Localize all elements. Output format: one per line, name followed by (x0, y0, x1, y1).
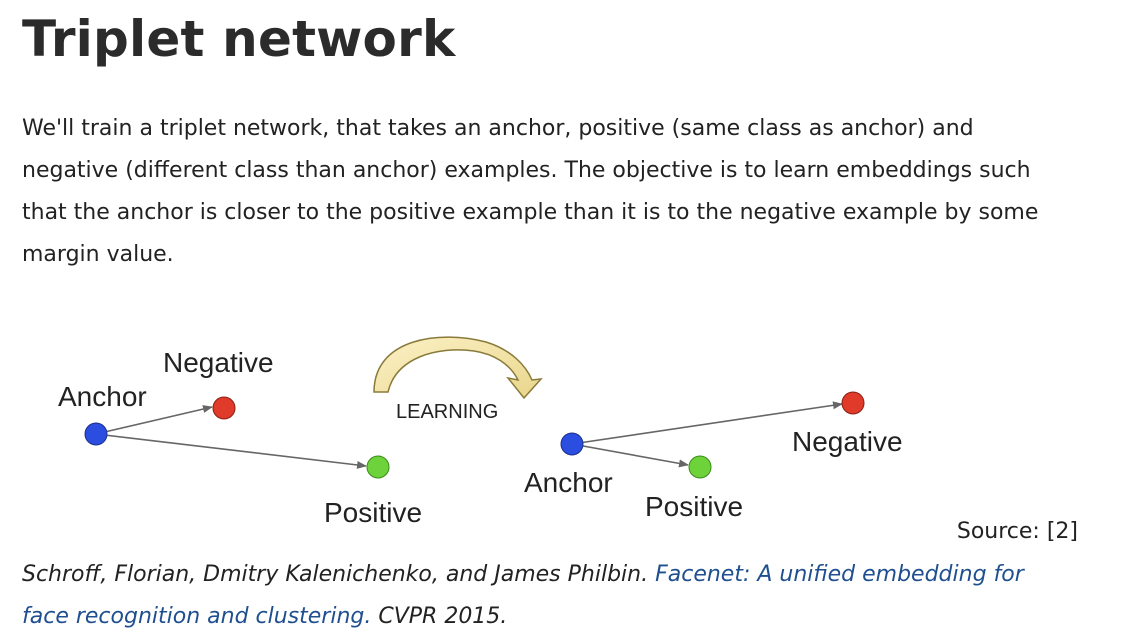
paragraph-line: margin value. (22, 242, 174, 267)
negative-node-after (841, 391, 865, 415)
citation: Schroff, Florian, Dmitry Kalenichenko, a… (22, 554, 1102, 638)
anchor-label-before: Anchor (58, 381, 147, 412)
citation-authors: Schroff, Florian, Dmitry Kalenichenko, a… (22, 562, 649, 587)
positive-label-before: Positive (324, 497, 422, 528)
citation-link-line1: Facenet: A unified embedding for (655, 562, 1024, 587)
citation-link-line2: face recognition and clustering. (22, 604, 372, 629)
negative-label-before: Negative (163, 347, 274, 378)
negative-label-after: Negative (792, 426, 903, 457)
paragraph-line: We'll train a triplet network, that take… (22, 116, 974, 141)
triplet-diagram: Anchor Negative Positive LEARNING Anchor… (0, 320, 1123, 535)
citation-venue: CVPR 2015. (378, 604, 508, 629)
anchor-label-after: Anchor (524, 467, 613, 498)
anchor-node-after (560, 432, 584, 456)
source-note: Source: [2] (956, 519, 1078, 544)
triplet-diagram-svg: Anchor Negative Positive LEARNING Anchor… (58, 336, 903, 528)
learning-label: LEARNING (396, 401, 498, 423)
edge-anchor-positive-after (571, 443, 689, 468)
edge-anchor-positive-before (95, 433, 367, 469)
paragraph-line: that the anchor is closer to the positiv… (22, 200, 1039, 225)
positive-node-before (366, 455, 390, 479)
paragraph-line: negative (different class than anchor) e… (22, 158, 1031, 183)
negative-node-before (212, 396, 236, 420)
positive-label-after: Positive (645, 491, 743, 522)
anchor-node-before (84, 422, 108, 446)
intro-paragraph: We'll train a triplet network, that take… (22, 108, 1102, 276)
learning-arrow-icon (373, 336, 543, 400)
page-title: Triplet network (22, 10, 456, 68)
positive-node-after (688, 455, 712, 479)
